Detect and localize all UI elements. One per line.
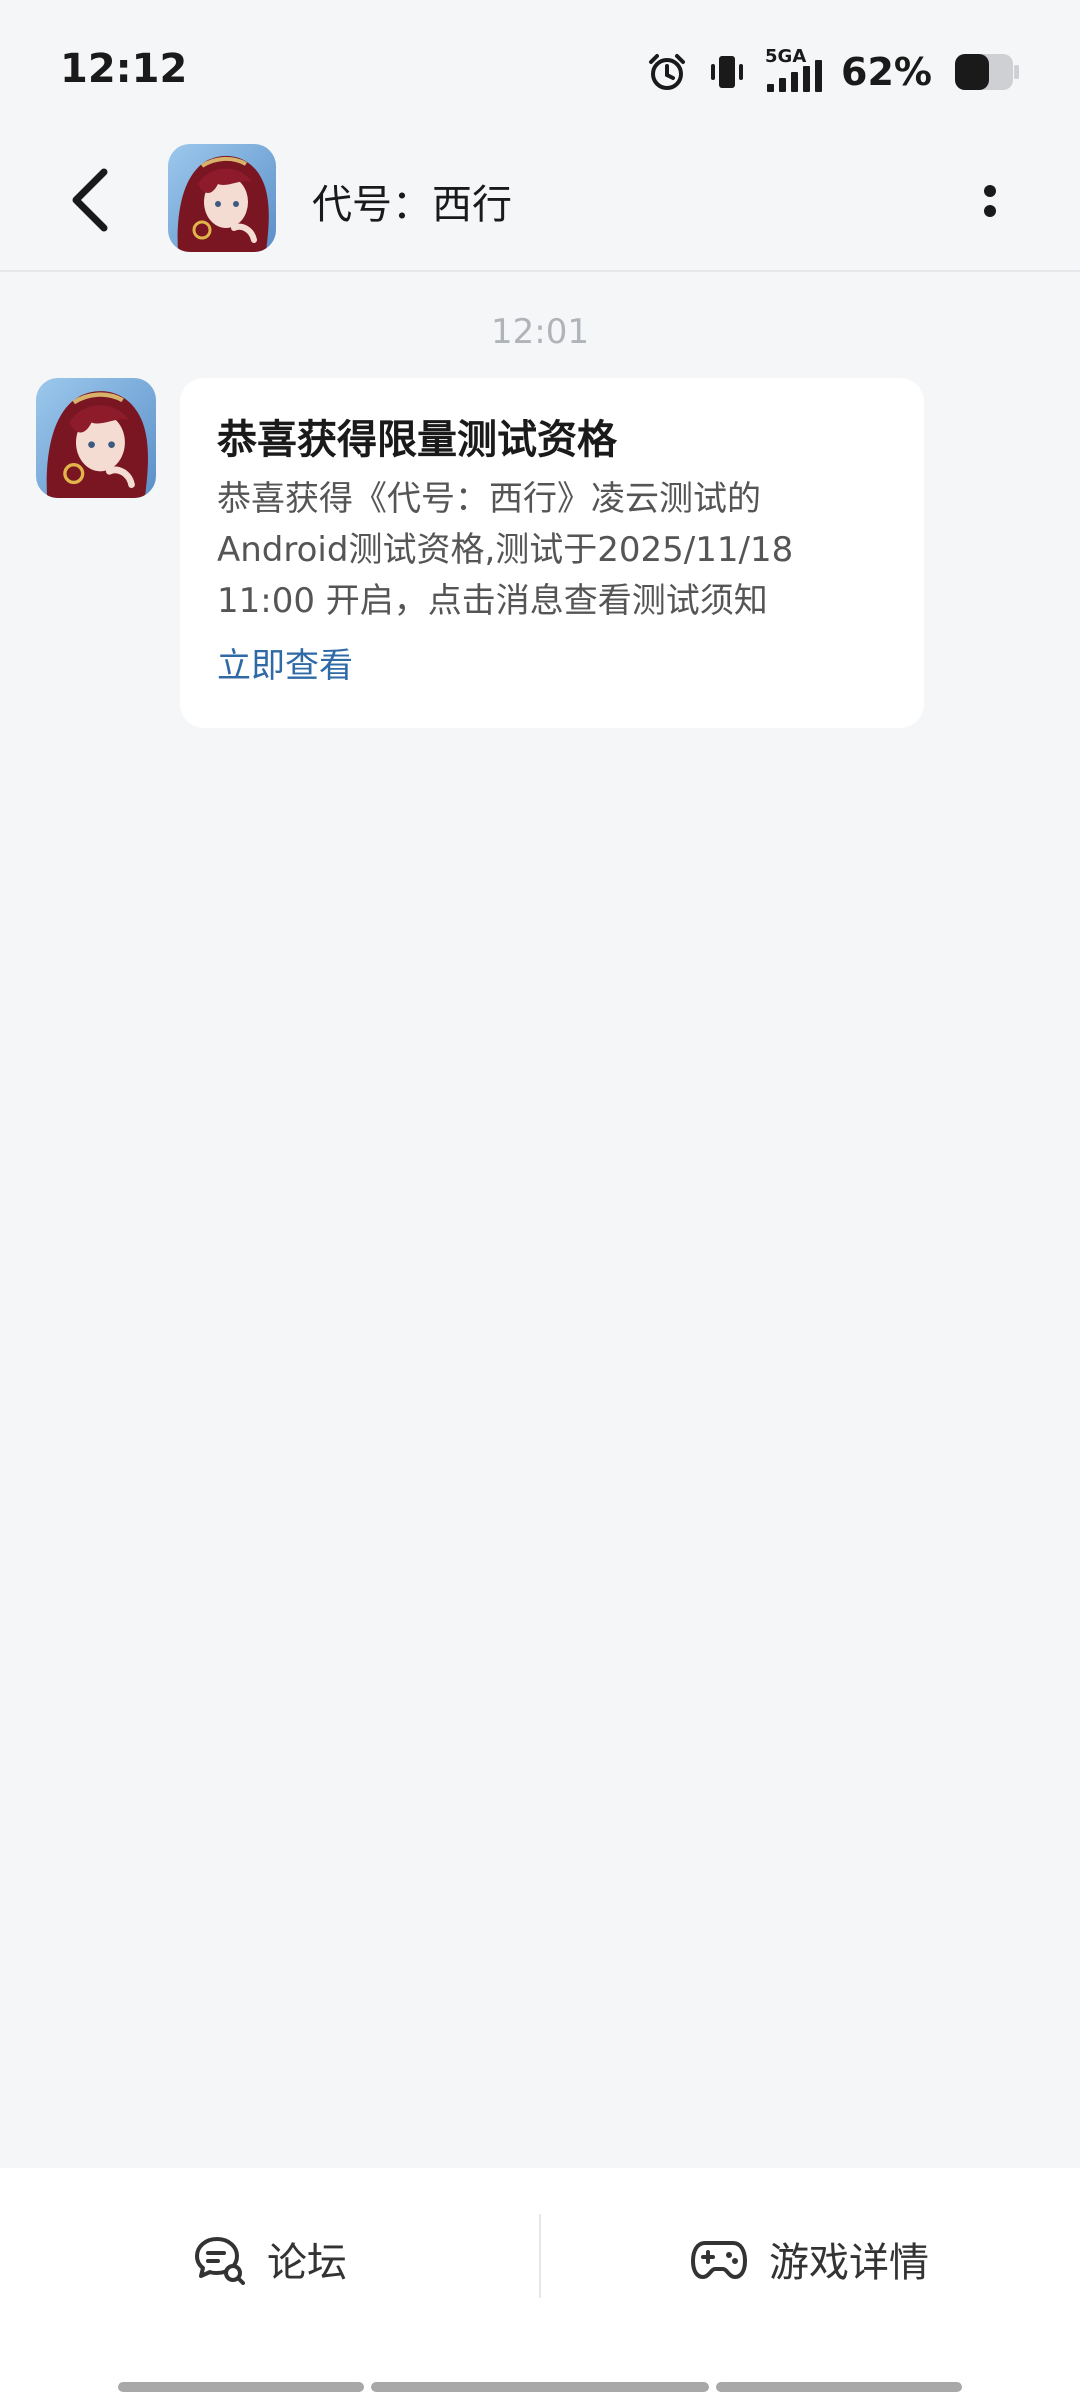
back-button[interactable] [50,160,130,240]
bottom-bar: 论坛 游戏详情 [0,2168,1080,2350]
message-body-line: 恭喜获得《代号：西行》凌云测试的 [217,479,761,519]
chat-header: 代号：西行 [0,130,1080,272]
status-bar: 12:12 5GA 62% [0,0,1080,130]
message-body-line: Android测试资格,测试于2025/11/18 [217,530,794,570]
forum-chat-icon [195,2237,245,2285]
message-timestamp: 12:01 [491,312,589,352]
avatar-image [36,378,156,498]
message-title: 恭喜获得限量测试资格 [217,417,617,463]
battery-percent: 62% [841,50,932,94]
more-options-button[interactable] [950,162,1030,242]
gesture-bar[interactable] [0,2350,1080,2400]
status-icons: 5GA 62% [645,46,1020,96]
page-title: 代号：西行 [312,182,512,228]
forum-button[interactable]: 论坛 [0,2168,540,2350]
gamepad-icon [691,2241,747,2279]
gesture-segment [118,2382,364,2392]
avatar-image [168,144,276,252]
message-body: 恭喜获得《代号：西行》凌云测试的 Android测试资格,测试于2025/11/… [217,474,888,627]
alarm-icon [645,50,689,94]
sender-avatar[interactable] [36,378,156,498]
message-card[interactable]: 恭喜获得限量测试资格 恭喜获得《代号：西行》凌云测试的 Android测试资格,… [180,378,924,728]
forum-label: 论坛 [267,2240,347,2286]
game-details-button[interactable]: 游戏详情 [540,2168,1080,2350]
battery-icon [954,52,1020,92]
game-details-label: 游戏详情 [769,2240,929,2286]
chevron-left-icon [72,168,108,232]
vibrate-icon [705,50,749,94]
game-avatar[interactable] [168,144,276,252]
chat-area[interactable]: 12:01 恭喜获得限量测试资格 恭喜获得《代号：西行》凌云测试的 Androi… [0,272,1080,2168]
signal-icon: 5GA [765,46,825,94]
view-now-link[interactable]: 立即查看 [217,641,888,691]
gesture-segment [371,2382,709,2392]
status-time: 12:12 [60,46,188,92]
message-body-line: 11:00 开启，点击消息查看测试须知 [217,581,768,621]
more-vertical-icon [984,185,996,217]
gesture-segment [716,2382,962,2392]
